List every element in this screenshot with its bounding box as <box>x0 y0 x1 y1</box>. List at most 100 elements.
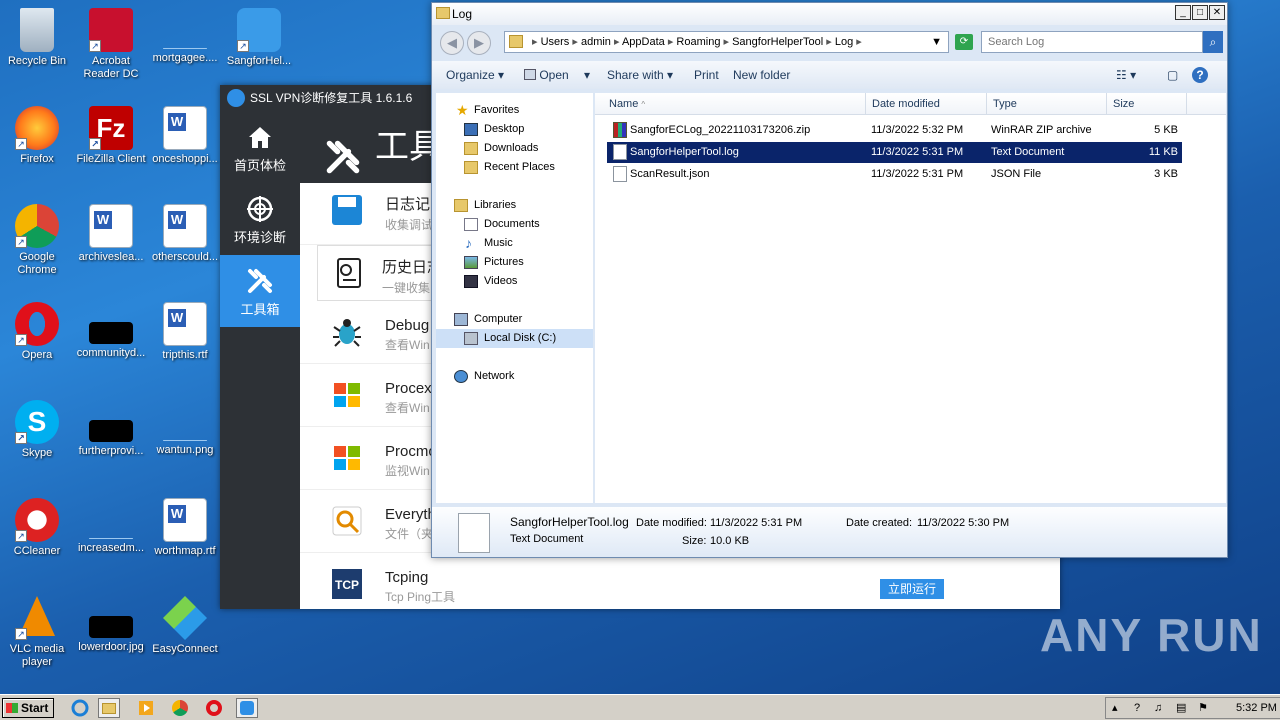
desktop-icon-communityd[interactable]: communityd... <box>74 302 148 360</box>
nav-computer[interactable]: Computer <box>436 310 593 329</box>
breadcrumb-log[interactable]: Log <box>835 36 853 48</box>
desktop-icon-recycle-bin[interactable]: Recycle Bin <box>0 8 74 68</box>
tool-row[interactable]: TCP Tcping Tcp Ping工具 <box>300 553 1060 616</box>
desktop-icon-label: FileZilla Client <box>76 153 146 165</box>
view-options-icon[interactable]: ☷ ▾ <box>1116 68 1136 82</box>
show-hidden-icons[interactable]: ▴ <box>1112 698 1118 718</box>
speaker-icon[interactable]: ♫ <box>1154 698 1162 718</box>
sangfor-icon: ↗ <box>237 8 281 52</box>
forward-button[interactable]: ▶ <box>467 31 491 55</box>
nav-network[interactable]: Network <box>436 367 593 386</box>
nav-toolbox[interactable]: 工具箱 <box>220 255 300 327</box>
desktop-icon-lowerdoor[interactable]: lowerdoor.jpg <box>74 596 148 654</box>
maximize-button[interactable]: □ <box>1192 5 1208 20</box>
desktop-icon-onceshoppi[interactable]: onceshoppi... <box>148 106 222 166</box>
desktop-icon-easyconnect[interactable]: EasyConnect <box>148 596 222 656</box>
run-now-button[interactable]: 立即运行 <box>880 579 944 599</box>
search-input[interactable] <box>981 31 1203 53</box>
desktop-icon-label: Firefox <box>20 153 54 165</box>
desktop-icon-filezilla[interactable]: Fz ↗ FileZilla Client <box>74 106 148 166</box>
print-button[interactable]: Print <box>694 68 719 82</box>
file-size: 5 KB <box>1154 124 1178 136</box>
explorer-taskbar-icon[interactable] <box>98 698 120 718</box>
desktop-icon-mortgagee[interactable]: mortgagee.... <box>148 8 222 65</box>
minimize-button[interactable]: _ <box>1175 5 1191 20</box>
desktop-icon-increasedm[interactable]: increasedm... <box>74 498 148 555</box>
details-created: 11/3/2022 5:30 PM <box>917 517 1010 529</box>
text-document-icon <box>613 144 627 160</box>
desktop-icon-wantun[interactable]: wantun.png <box>148 400 222 457</box>
start-button[interactable]: Start <box>2 698 54 718</box>
desktop-icon-skype[interactable]: S ↗ Skype <box>0 400 74 460</box>
file-type: JSON File <box>991 168 1042 180</box>
desktop-icon-label: otherscould... <box>151 251 219 263</box>
clock[interactable]: 5:32 PM <box>1236 698 1277 718</box>
recent-places-icon <box>464 161 478 174</box>
open-button[interactable]: Open ▾ <box>524 68 590 82</box>
nav-desktop[interactable]: Desktop <box>436 120 593 139</box>
opera-taskbar-icon[interactable] <box>204 698 226 718</box>
network-tray-icon[interactable]: ▤ <box>1176 698 1186 718</box>
desktop-icon-otherscould[interactable]: otherscould... <box>148 204 222 264</box>
nav-libraries[interactable]: Libraries <box>436 196 593 215</box>
desktop-icon-opera[interactable]: ↗ Opera <box>0 302 74 362</box>
column-name[interactable]: Name ^ <box>595 93 866 115</box>
breadcrumb-appdata[interactable]: AppData <box>622 36 665 48</box>
breadcrumb-users[interactable]: Users <box>541 36 570 48</box>
desktop-icon-ccleaner[interactable]: ↗ CCleaner <box>0 498 74 558</box>
nav-videos[interactable]: Videos <box>436 272 593 291</box>
desktop-icon-acrobat[interactable]: ↗ Acrobat Reader DC <box>74 8 148 81</box>
media-player-icon[interactable] <box>136 698 158 718</box>
search-icon[interactable]: ⌕ <box>1203 31 1223 53</box>
refresh-icon[interactable]: ⟳ <box>955 34 973 50</box>
file-type: WinRAR ZIP archive <box>991 124 1092 136</box>
desktop-icon-worthmap[interactable]: worthmap.rtf <box>148 498 222 558</box>
desktop-icon-furtherprovi[interactable]: furtherprovi... <box>74 400 148 458</box>
breadcrumb-admin[interactable]: admin <box>581 36 611 48</box>
desktop-icon-tripthis[interactable]: tripthis.rtf <box>148 302 222 362</box>
sangfor-taskbar-icon[interactable] <box>236 698 258 718</box>
desktop-icon-vlc[interactable]: ↗ VLC media player <box>0 596 74 669</box>
back-button[interactable]: ◀ <box>440 31 464 55</box>
preview-pane-icon[interactable]: ▢ <box>1167 68 1178 82</box>
desktop-icon-sangfor[interactable]: ↗ SangforHel... <box>222 8 296 68</box>
nav-pictures[interactable]: Pictures <box>436 253 593 272</box>
nav-label: Libraries <box>474 199 517 211</box>
file-row[interactable]: SangforECLog_20221103173206.zip 11/3/202… <box>607 120 1182 141</box>
file-row[interactable]: ScanResult.json 11/3/2022 5:31 PM JSON F… <box>607 164 1182 185</box>
nav-local-disk[interactable]: Local Disk (C:) <box>436 329 593 348</box>
desktop-icon <box>464 123 478 136</box>
new-folder-button[interactable]: New folder <box>733 68 790 82</box>
address-bar[interactable]: ▸ Users ▸ admin ▸ AppData ▸ Roaming ▸ Sa… <box>504 31 949 53</box>
ie-icon[interactable] <box>70 698 92 718</box>
desktop-icon-archiveslea[interactable]: archiveslea... <box>74 204 148 264</box>
nav-environment-diagnosis[interactable]: 环境诊断 <box>220 183 300 255</box>
desktop-icon-firefox[interactable]: ↗ Firefox <box>0 106 74 166</box>
breadcrumb-sangforhelpertool[interactable]: SangforHelperTool <box>732 36 823 48</box>
organize-button[interactable]: Organize ▾ <box>446 68 504 82</box>
column-date-modified[interactable]: Date modified <box>866 93 987 115</box>
nav-recent-places[interactable]: Recent Places <box>436 158 593 177</box>
desktop-icon-chrome[interactable]: ↗ Google Chrome <box>0 204 74 277</box>
nav-documents[interactable]: Documents <box>436 215 593 234</box>
explorer-titlebar[interactable]: Log _ □ ✕ <box>432 3 1227 25</box>
desktop-icon-label: CCleaner <box>13 545 61 557</box>
nav-home-checkup[interactable]: 首页体检 <box>220 111 300 183</box>
nav-favorites[interactable]: ★ Favorites <box>436 101 593 120</box>
nav-downloads[interactable]: Downloads <box>436 139 593 158</box>
help-tray-icon[interactable]: ? <box>1134 698 1140 718</box>
address-dropdown-icon[interactable]: ▼ <box>931 32 942 52</box>
file-row[interactable]: SangforHelperTool.log 11/3/2022 5:31 PM … <box>607 142 1182 163</box>
share-with-button[interactable]: Share with ▾ <box>607 68 673 82</box>
help-icon[interactable]: ? <box>1192 67 1208 83</box>
nav-music[interactable]: ♪ Music <box>436 234 593 253</box>
flag-icon[interactable]: ⚑ <box>1198 698 1208 718</box>
breadcrumb-roaming[interactable]: Roaming <box>676 36 720 48</box>
column-type[interactable]: Type <box>987 93 1107 115</box>
close-button[interactable]: ✕ <box>1209 5 1225 20</box>
explorer-toolbar: Organize ▾ Open ▾ Share with ▾ Print New… <box>432 61 1227 89</box>
chrome-taskbar-icon[interactable] <box>170 698 192 718</box>
column-size[interactable]: Size <box>1107 93 1187 115</box>
tool-desc: Tcp Ping工具 <box>385 590 456 604</box>
home-icon <box>246 123 274 151</box>
